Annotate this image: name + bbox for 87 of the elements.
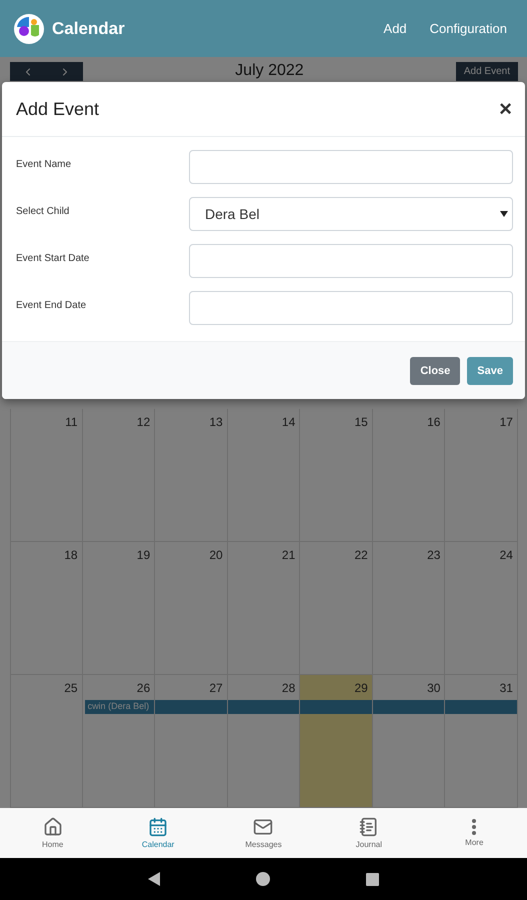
day-cell[interactable]: 21 (228, 542, 300, 675)
day-cell[interactable]: 27 (155, 675, 228, 808)
save-button[interactable]: Save (467, 356, 513, 384)
day-number: 28 (282, 681, 296, 695)
day-number: 24 (500, 548, 513, 562)
day-number: 26 (136, 681, 150, 695)
day-cell[interactable]: 11 (10, 409, 83, 542)
day-cell[interactable]: 20 (155, 542, 228, 675)
day-cell[interactable]: 28 (228, 675, 300, 808)
envelope-icon (253, 817, 274, 837)
event-bar[interactable]: cwin (Dera Bel) (84, 700, 154, 714)
calendar-icon (148, 817, 168, 837)
close-button[interactable]: × (499, 96, 512, 122)
day-number: 29 (354, 681, 368, 695)
day-cell[interactable]: 24 (445, 542, 518, 675)
day-number: 19 (136, 548, 150, 562)
nav-tab[interactable]: Calendar (105, 808, 211, 858)
day-number: 18 (64, 548, 78, 562)
header-link[interactable]: Add (384, 21, 407, 36)
day-number: 23 (427, 548, 440, 562)
previous-button[interactable] (10, 62, 46, 81)
day-number: 21 (282, 548, 296, 562)
day-number: 25 (64, 681, 78, 695)
nav-tab[interactable]: Home (0, 808, 106, 858)
field-label: Select Child (15, 205, 70, 217)
nav-label: More (465, 838, 484, 847)
field-label: Event Name (15, 158, 72, 170)
event-bar-continuation[interactable] (228, 700, 300, 714)
add-event-button[interactable]: Add Event (456, 62, 518, 81)
nav-label: Messages (245, 840, 282, 849)
day-cell[interactable]: 16 (372, 409, 446, 542)
header-link[interactable]: Configuration (430, 21, 507, 36)
day-number: 12 (136, 415, 150, 429)
day-cell[interactable]: 17 (445, 409, 518, 542)
input-field[interactable] (189, 291, 513, 325)
day-number: 31 (500, 681, 513, 695)
day-number: 11 (65, 415, 78, 429)
day-cell[interactable]: 22 (300, 542, 373, 675)
input-field[interactable] (189, 150, 513, 184)
day-number: 16 (427, 415, 440, 429)
next-button[interactable] (46, 62, 83, 81)
day-cell[interactable]: 14 (228, 409, 300, 542)
nav-label: Journal (356, 840, 382, 849)
day-number: 15 (354, 415, 368, 429)
day-cell[interactable]: 15 (300, 409, 373, 542)
day-cell[interactable]: 30 (372, 675, 446, 808)
app-title: Calendar (52, 18, 126, 38)
nav-tab[interactable]: Journal (316, 808, 422, 858)
back-icon[interactable] (148, 872, 160, 886)
dialog-title: Add Event (16, 98, 100, 120)
day-number: 14 (282, 415, 296, 429)
event-bar-continuation[interactable] (445, 700, 517, 714)
day-cell[interactable]: 26 cwin (Dera Bel) (82, 675, 156, 808)
nav-tab[interactable]: Messages (210, 808, 316, 858)
close-button[interactable]: Close (410, 356, 460, 384)
nav-label: Calendar (142, 840, 174, 849)
day-cell[interactable]: 23 (372, 542, 446, 675)
month-title: July 2022 (235, 62, 304, 80)
notebook-icon (358, 817, 379, 837)
day-number: 13 (209, 415, 223, 429)
day-number: 27 (209, 681, 223, 695)
child-select[interactable]: Dera Bel (189, 197, 513, 231)
nav-label: Home (42, 840, 64, 849)
event-bar-continuation[interactable] (372, 700, 444, 714)
home-icon (42, 817, 63, 837)
day-number: 30 (427, 681, 440, 695)
input-field[interactable] (189, 244, 513, 278)
field-label: Event Start Date (15, 252, 90, 264)
day-number: 20 (209, 548, 223, 562)
day-cell[interactable]: 13 (155, 409, 228, 542)
field-label: Event End Date (15, 299, 88, 311)
day-cell[interactable]: 12 (82, 409, 156, 542)
day-cell[interactable]: 29 (300, 675, 373, 808)
nav-tab[interactable]: More (422, 808, 527, 858)
more-icon (472, 819, 476, 835)
day-number: 22 (354, 548, 368, 562)
day-number: 17 (500, 415, 513, 429)
day-cell[interactable]: 25 (10, 675, 83, 808)
day-cell[interactable]: 31 (445, 675, 518, 808)
home-icon[interactable] (256, 872, 270, 886)
dropdown-caret-icon (500, 211, 508, 217)
day-cell[interactable]: 18 (10, 542, 83, 675)
day-cell[interactable]: 19 (82, 542, 156, 675)
event-bar-continuation[interactable] (155, 700, 227, 714)
recents-icon[interactable] (366, 872, 379, 886)
app-logo (13, 12, 45, 44)
event-bar-continuation[interactable] (300, 700, 372, 714)
